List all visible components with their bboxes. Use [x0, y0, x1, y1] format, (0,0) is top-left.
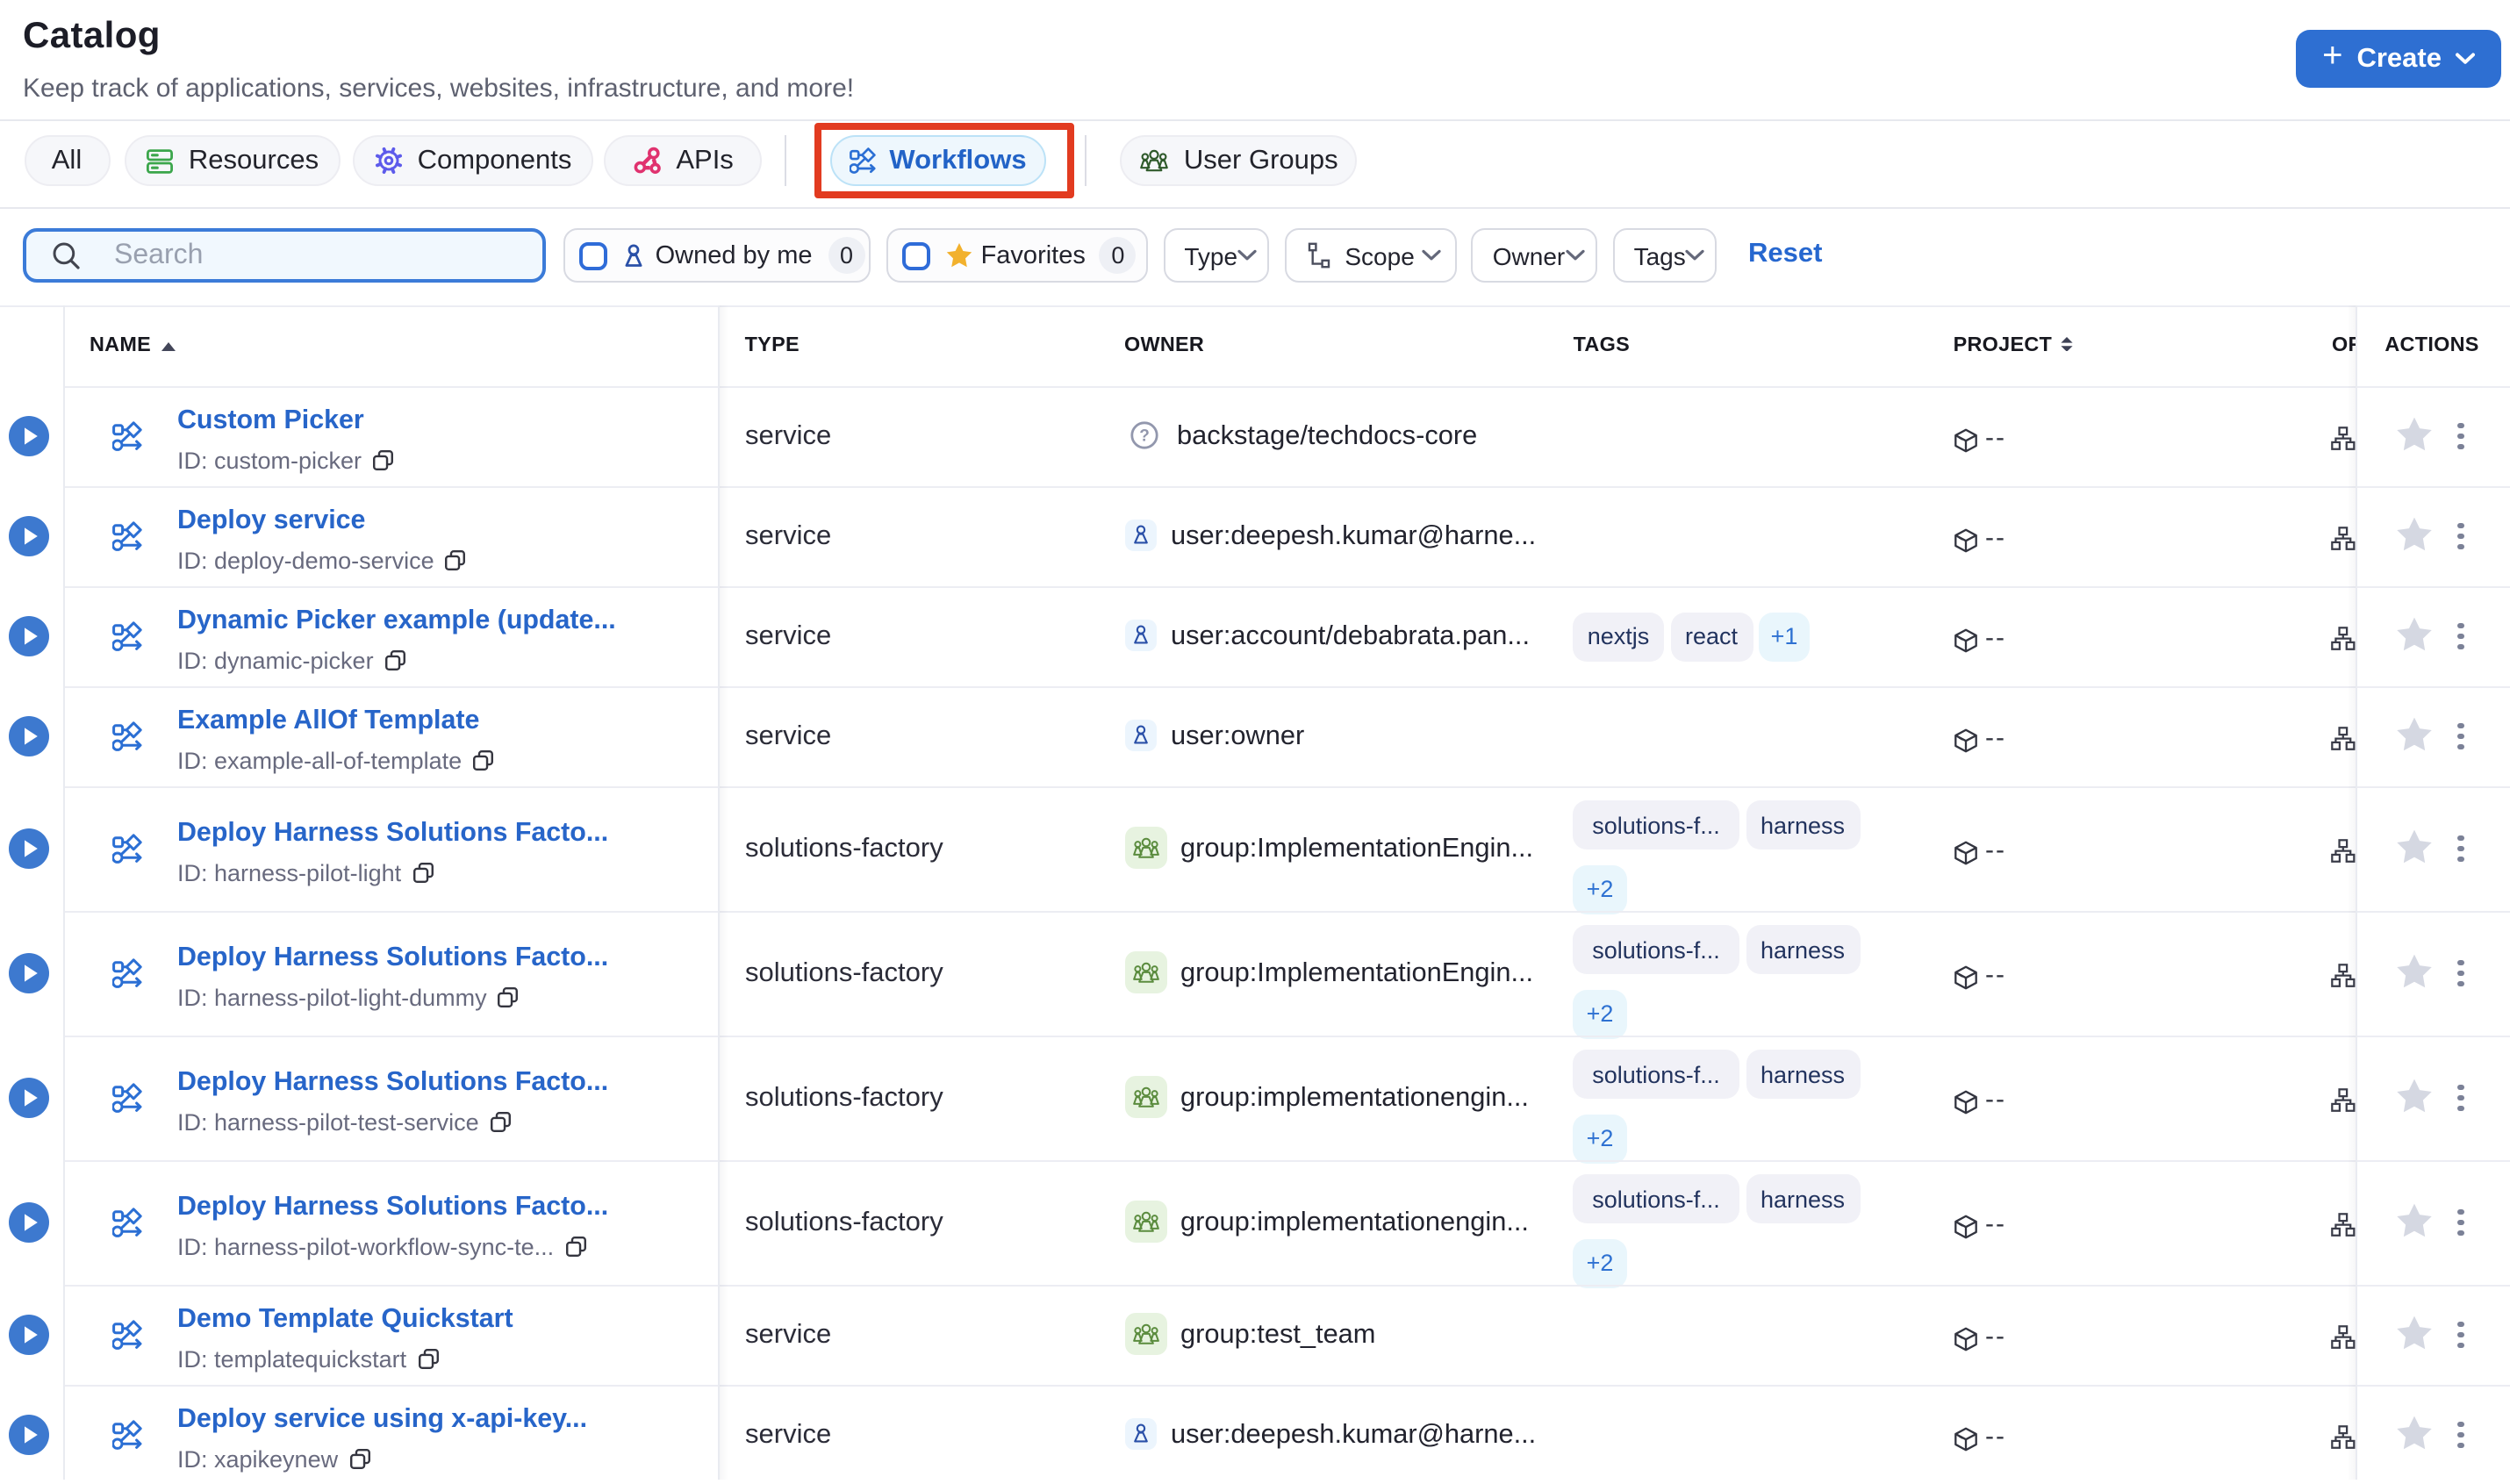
svg-text:?: ? — [1138, 427, 1149, 445]
